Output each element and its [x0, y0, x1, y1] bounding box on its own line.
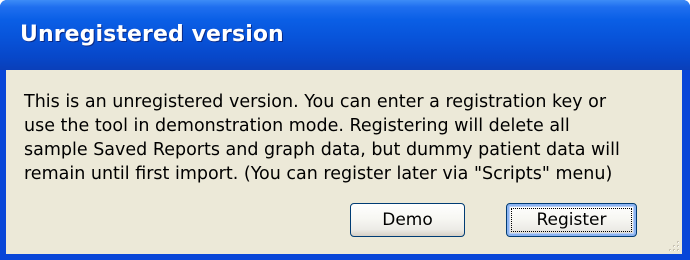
dialog-window: Unregistered version This is an unregist…: [0, 0, 690, 260]
register-button[interactable]: Register: [506, 203, 637, 237]
demo-button-label: Demo: [382, 210, 433, 230]
dialog-message: This is an unregistered version. You can…: [24, 92, 620, 184]
window-title: Unregistered version: [20, 22, 284, 47]
demo-button[interactable]: Demo: [350, 203, 465, 237]
resize-grip-icon[interactable]: [666, 238, 680, 252]
register-button-label: Register: [536, 210, 607, 230]
title-bar[interactable]: Unregistered version: [0, 0, 690, 70]
